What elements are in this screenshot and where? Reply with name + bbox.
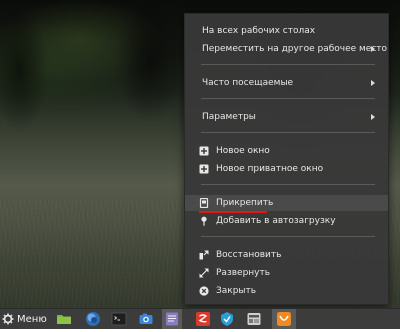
software-center-icon: [196, 312, 210, 326]
taskbar-app-text-editor[interactable]: [162, 309, 182, 329]
globe-icon: [86, 312, 100, 326]
camera-icon: [139, 313, 153, 324]
vpn-icon: [221, 312, 233, 326]
terminal-icon: [111, 312, 127, 326]
menu-item-label: Восстановить: [216, 250, 282, 260]
menu-item-label: Новое приватное окно: [216, 164, 324, 174]
taskbar: Меню: [0, 308, 400, 329]
gear-icon: [2, 313, 14, 325]
pin-icon: [199, 198, 209, 208]
menu-separator: [201, 132, 375, 133]
menu-item-label: Часто посещаемые: [202, 78, 294, 88]
settings-app-icon: [247, 313, 261, 325]
private-window-icon: [199, 164, 209, 174]
folder-icon: [57, 315, 71, 324]
menu-item-pin[interactable]: Прикрепить: [185, 195, 388, 211]
menu-item-all-desktops[interactable]: На всех рабочих столах: [185, 23, 388, 39]
menu-item-label: Новое окно: [216, 146, 270, 156]
menu-item-frequent[interactable]: Часто посещаемые: [185, 75, 388, 91]
taskbar-app-camera[interactable]: [138, 311, 154, 327]
taskbar-app-software-center[interactable]: [195, 311, 211, 327]
submenu-arrow-icon: [371, 114, 375, 120]
restore-icon: [199, 250, 209, 260]
autostart-icon: [201, 216, 207, 226]
close-icon: [199, 286, 209, 296]
menu-item-label: Добавить в автозагрузку: [216, 216, 336, 226]
red-underline-annotation: [199, 211, 267, 213]
menu-item-label: Переместить на другое рабочее место: [202, 44, 388, 54]
taskbar-app-files[interactable]: [56, 311, 72, 327]
menu-item-restore[interactable]: Восстановить: [185, 247, 388, 263]
menu-separator: [201, 64, 375, 65]
taskbar-app-browser[interactable]: [85, 311, 101, 327]
menu-item-new-private-window[interactable]: Новое приватное окно: [185, 161, 388, 177]
menu-item-move-workspace[interactable]: Переместить на другое рабочее место: [185, 41, 388, 57]
menu-item-label: На всех рабочих столах: [202, 26, 316, 36]
menu-item-label: Развернуть: [216, 268, 271, 278]
maximize-icon: [199, 268, 209, 278]
text-editor-icon: [166, 312, 178, 326]
menu-item-label: Параметры: [202, 112, 256, 122]
submenu-arrow-icon: [371, 80, 375, 86]
menu-item-label: Прикрепить: [216, 198, 274, 208]
start-menu-label: Меню: [17, 313, 47, 325]
menu-item-new-window[interactable]: Новое окно: [185, 143, 388, 159]
taskbar-app-active[interactable]: [272, 309, 296, 329]
taskbar-app-terminal[interactable]: [111, 311, 127, 327]
window-context-menu: На всех рабочих столах Переместить на др…: [184, 13, 389, 305]
menu-separator: [201, 98, 375, 99]
menu-item-parameters[interactable]: Параметры: [185, 109, 388, 125]
orange-app-icon: [277, 312, 291, 326]
menu-item-autostart[interactable]: Добавить в автозагрузку: [185, 213, 388, 229]
new-window-icon: [199, 146, 209, 156]
submenu-arrow-icon: [371, 46, 375, 52]
menu-item-label: Закрыть: [216, 286, 257, 296]
menu-separator: [201, 184, 375, 185]
start-menu-button[interactable]: Меню: [2, 309, 47, 329]
menu-separator: [201, 236, 375, 237]
menu-item-close[interactable]: Закрыть: [185, 283, 388, 299]
taskbar-app-settings[interactable]: [246, 311, 262, 327]
taskbar-app-vpn[interactable]: [219, 311, 235, 327]
menu-item-maximize[interactable]: Развернуть: [185, 265, 388, 281]
